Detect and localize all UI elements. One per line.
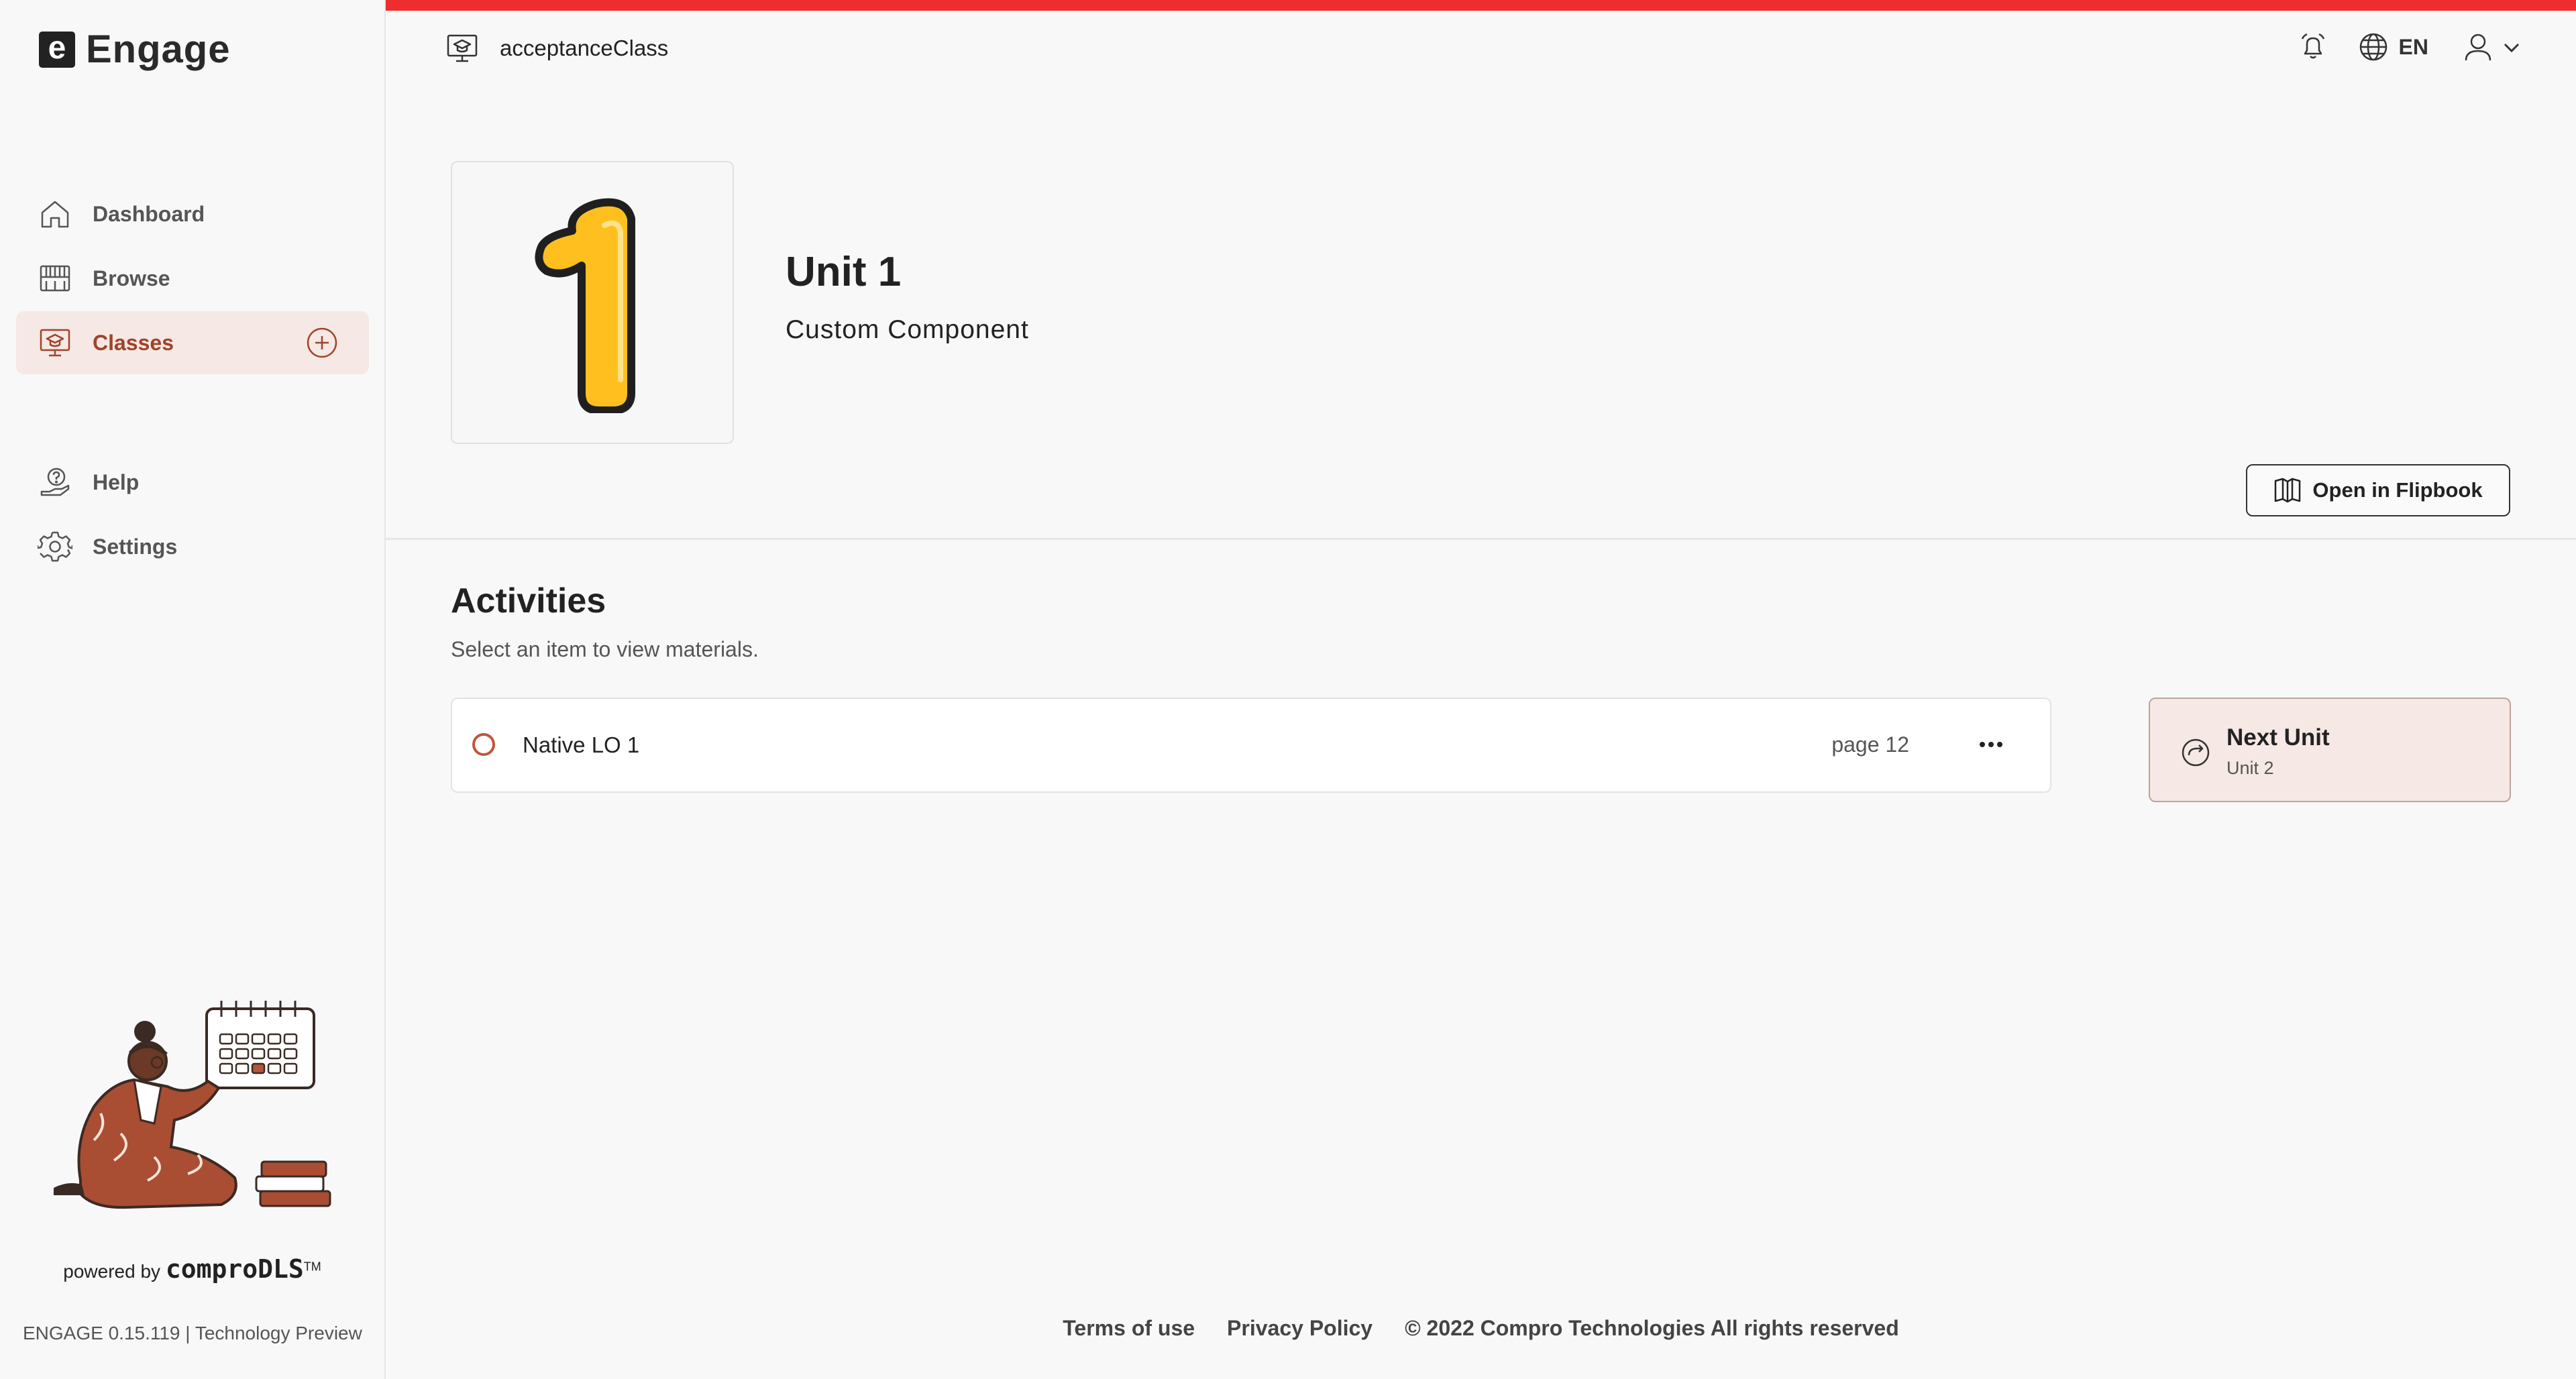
add-class-plus-icon[interactable] xyxy=(306,327,338,359)
sidebar-item-label: Dashboard xyxy=(93,201,205,226)
unit-title: Unit 1 xyxy=(786,249,902,295)
next-arrow-icon xyxy=(2180,736,2212,769)
logo-text: Engage xyxy=(86,27,231,71)
logo-mark: e xyxy=(39,31,75,68)
section-divider xyxy=(386,538,2576,540)
copyright-text: © 2022 Compro Technologies All rights re… xyxy=(1405,1316,1899,1340)
activity-page: page 12 xyxy=(1831,732,1909,757)
activities-hint: Select an item to view materials. xyxy=(451,637,759,661)
activity-name: Native LO 1 xyxy=(523,732,640,757)
status-circle-icon xyxy=(472,733,495,756)
header-actions: EN xyxy=(2297,31,2522,63)
unit-thumbnail: 1 xyxy=(451,161,734,444)
user-icon[interactable] xyxy=(2463,31,2493,63)
chevron-down-icon[interactable] xyxy=(2501,31,2522,63)
library-icon xyxy=(38,261,72,296)
brand-logo: comproDLS xyxy=(165,1254,304,1284)
home-icon xyxy=(38,197,72,231)
class-breadcrumb[interactable]: acceptanceClass xyxy=(445,31,668,66)
alarm-bell-icon[interactable] xyxy=(2297,31,2329,63)
sidebar-item-browse[interactable]: Browse xyxy=(16,247,369,310)
sidebar: e Engage Dashboard Browse Classes Help S… xyxy=(0,0,386,1379)
privacy-link[interactable]: Privacy Policy xyxy=(1227,1316,1373,1341)
sidebar-item-label: Settings xyxy=(93,534,178,559)
sidebar-item-help[interactable]: Help xyxy=(16,451,369,514)
open-flipbook-button[interactable]: Open in Flipbook xyxy=(2246,464,2510,516)
next-unit-button[interactable]: Next Unit Unit 2 xyxy=(2149,698,2511,802)
sidebar-item-settings[interactable]: Settings xyxy=(16,515,369,578)
sidebar-item-label: Classes xyxy=(93,330,174,355)
unit-number-graphic: 1 xyxy=(535,198,635,413)
app-logo[interactable]: e Engage xyxy=(39,27,231,72)
more-options-icon[interactable] xyxy=(1979,739,2003,750)
class-name: acceptanceClass xyxy=(500,36,669,60)
unit-subtitle: Custom Component xyxy=(786,315,1029,344)
powered-by: powered by comproDLSTM xyxy=(0,1254,384,1284)
language-selector[interactable]: EN xyxy=(2399,35,2428,60)
open-flipbook-label: Open in Flipbook xyxy=(2312,478,2483,502)
teacher-illustration xyxy=(52,979,335,1224)
sidebar-item-dashboard[interactable]: Dashboard xyxy=(16,182,369,245)
globe-icon[interactable] xyxy=(2357,31,2390,63)
class-board-icon xyxy=(38,325,72,360)
terms-link[interactable]: Terms of use xyxy=(1063,1316,1195,1341)
help-icon xyxy=(38,465,72,500)
sidebar-item-label: Browse xyxy=(93,266,170,290)
class-board-icon xyxy=(445,31,480,66)
version-text: ENGAGE 0.15.119 | Technology Preview xyxy=(23,1323,362,1343)
book-open-icon xyxy=(2273,477,2302,504)
sidebar-item-label: Help xyxy=(93,470,140,494)
powered-by-text: powered by xyxy=(63,1261,161,1282)
footer: Terms of use Privacy Policy © 2022 Compr… xyxy=(386,1316,2576,1341)
sidebar-item-classes[interactable]: Classes xyxy=(16,311,369,374)
activity-item[interactable]: Native LO 1 page 12 xyxy=(451,698,2051,793)
activities-title: Activities xyxy=(451,582,606,620)
top-accent-bar xyxy=(386,0,2576,11)
brand-trademark: TM xyxy=(303,1260,321,1274)
next-unit-name: Unit 2 xyxy=(2226,758,2274,778)
next-unit-label: Next Unit xyxy=(2226,724,2330,751)
main-content: acceptanceClass EN 1 Unit 1 Custom Compo… xyxy=(386,0,2576,1379)
gear-icon xyxy=(38,529,72,564)
